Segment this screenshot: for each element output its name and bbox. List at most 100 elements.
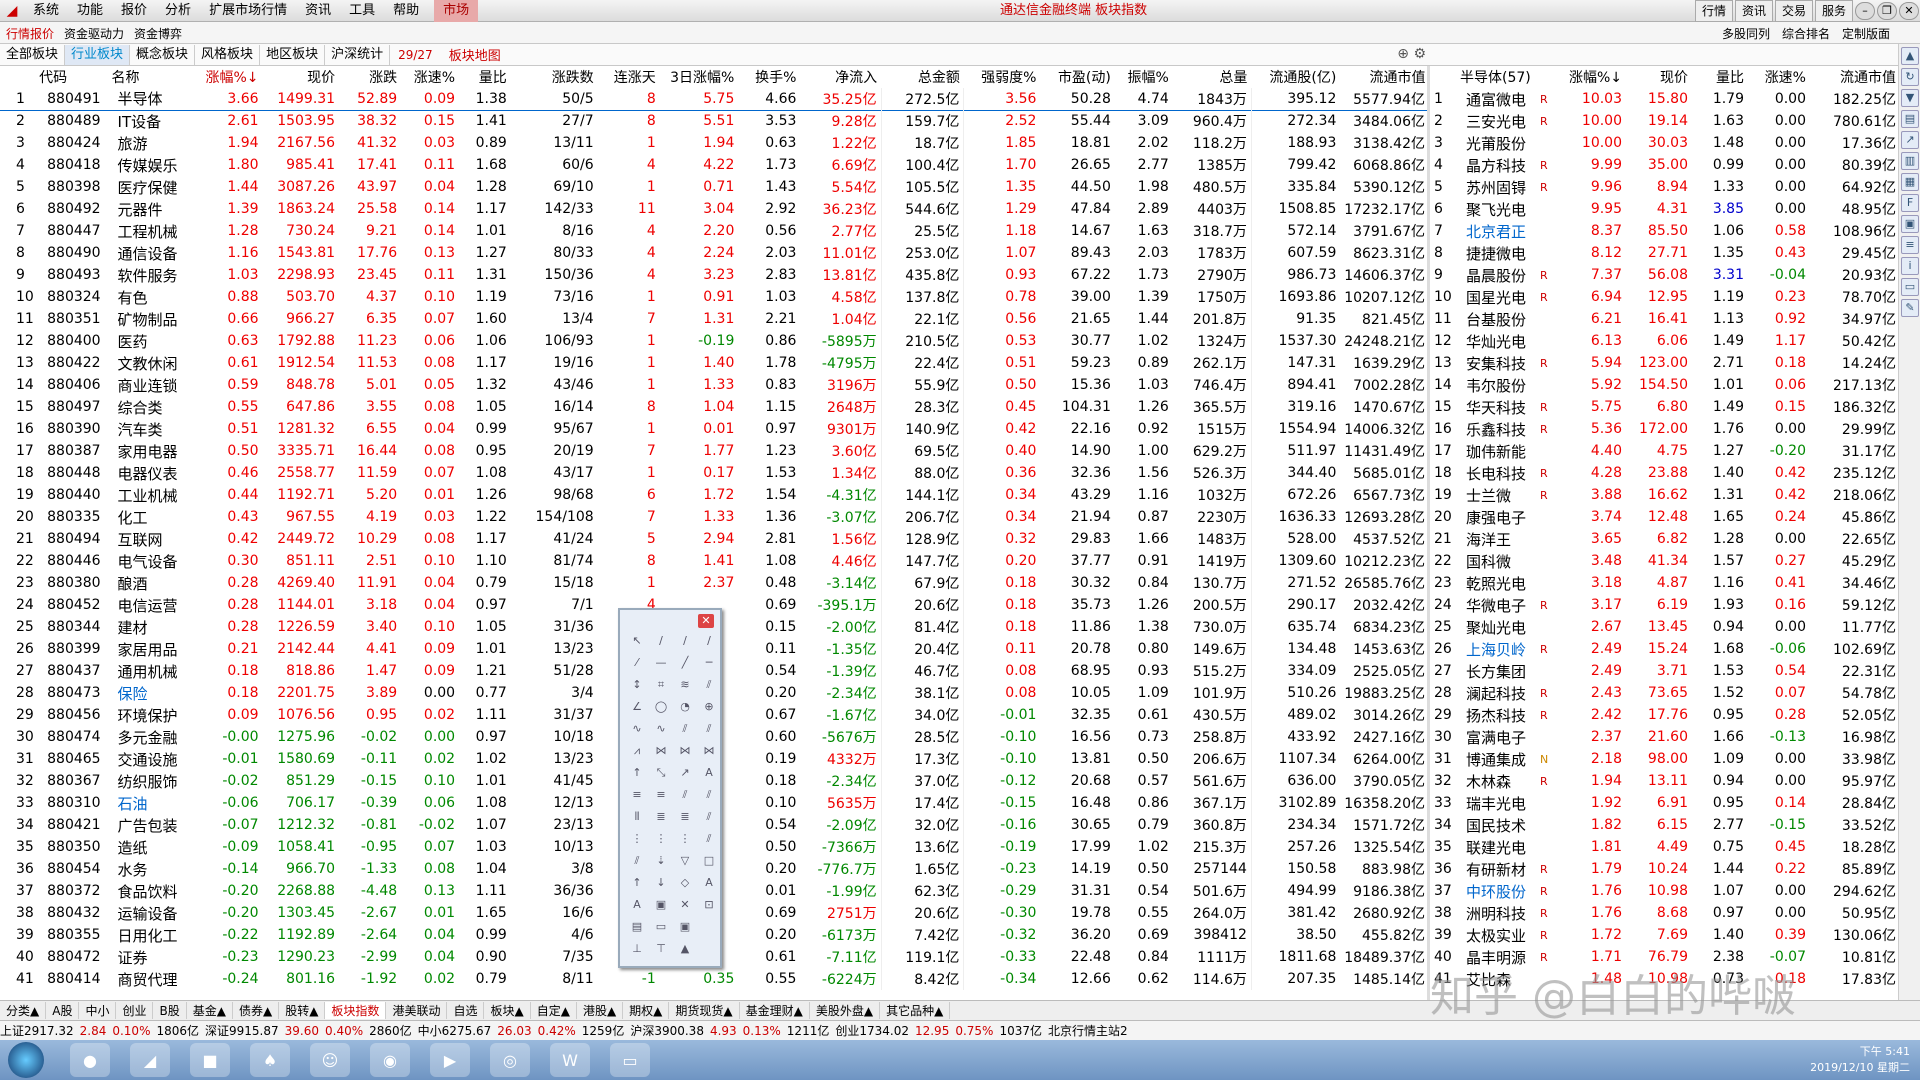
menu-system[interactable]: 系统 xyxy=(24,0,68,22)
side-list-item[interactable]: 2 三安光电 R 10.00 19.14 1.63 0.00 780.61亿 xyxy=(1430,110,1900,132)
bottom-tab[interactable]: 股转▲ xyxy=(279,1002,326,1019)
menu-quote[interactable]: 报价 xyxy=(112,0,156,22)
draw-tool-icon[interactable]: ─ xyxy=(698,656,720,674)
column-header[interactable]: 涨跌 xyxy=(339,66,402,88)
side-list-item[interactable]: 17 珈伟新能 4.40 4.75 1.27 -0.20 31.17亿 xyxy=(1430,440,1900,462)
tab-style-sectors[interactable]: 风格板块 xyxy=(195,44,261,65)
game-app-icon[interactable]: ♠ xyxy=(250,1043,290,1077)
draw-tool-icon[interactable]: ⫽ xyxy=(698,722,720,740)
table-row[interactable]: 20 880335 化工 0.43 967.55 4.19 0.03 1.22 154/108 7… xyxy=(0,506,1431,528)
table-row[interactable]: 23 880380 酿酒 0.28 4269.40 11.91 0.04 0.79 15/18 1… xyxy=(0,572,1431,594)
info-icon[interactable]: i xyxy=(1901,257,1919,275)
draw-tool-icon[interactable]: — xyxy=(650,656,672,674)
draw-tool-icon[interactable]: ▣ xyxy=(674,920,696,938)
tool-icon[interactable]: ✎ xyxy=(1901,299,1919,317)
column-header[interactable]: 量比 xyxy=(459,66,511,88)
list-icon[interactable]: ≡ xyxy=(1901,236,1919,254)
draw-tool-icon[interactable]: ⋮ xyxy=(674,832,696,850)
qq-icon[interactable]: ☺ xyxy=(310,1043,350,1077)
draw-tool-icon[interactable]: ▤ xyxy=(626,920,648,938)
side-column-header[interactable] xyxy=(1430,66,1460,88)
draw-tool-icon[interactable]: ≣ xyxy=(650,810,672,828)
draw-tool-icon[interactable]: ⤡ xyxy=(650,766,672,784)
side-list-item[interactable]: 13 安集科技 R 5.94 123.00 2.71 0.18 14.24亿 xyxy=(1430,352,1900,374)
table-row[interactable]: 10 880324 有色 0.88 503.70 4.37 0.10 1.19 73/16 1 0.… xyxy=(0,286,1431,308)
side-list-item[interactable]: 25 聚灿光电 2.67 13.45 0.94 0.00 11.77亿 xyxy=(1430,616,1900,638)
side-column-header[interactable]: 量比 xyxy=(1692,66,1748,88)
bottom-tab[interactable]: 债券▲ xyxy=(233,1002,280,1019)
bottom-tab[interactable]: 港股▲ xyxy=(577,1002,624,1019)
tab-multi-stock[interactable]: 多股同列 xyxy=(1722,25,1770,42)
side-list-item[interactable]: 34 国民技术 1.82 6.15 2.77 -0.15 33.52亿 xyxy=(1430,814,1900,836)
table-row[interactable]: 6 880492 元器件 1.39 1863.24 25.58 0.14 1.17 142/33… xyxy=(0,198,1431,220)
grid-icon[interactable]: ▦ xyxy=(1901,173,1919,191)
side-list-item[interactable]: 3 光莆股份 10.00 30.03 1.48 0.00 17.36亿 xyxy=(1430,132,1900,154)
draw-tool-icon[interactable]: ≡ xyxy=(650,788,672,806)
table-row[interactable]: 11 880351 矿物制品 0.66 966.27 6.35 0.07 1.60 13/4 7 1… xyxy=(0,308,1431,330)
table-row[interactable]: 3 880424 旅游 1.94 2167.56 41.32 0.03 0.89 13/11 1 1… xyxy=(0,132,1431,154)
palette-close-icon[interactable]: ✕ xyxy=(698,614,714,628)
bottom-tab[interactable]: 基金理财▲ xyxy=(740,1002,810,1019)
side-list-item[interactable]: 4 晶方科技 R 9.99 35.00 0.99 0.00 80.39亿 xyxy=(1430,154,1900,176)
finance-icon[interactable]: F xyxy=(1901,194,1919,212)
draw-tool-icon[interactable]: ▲ xyxy=(674,942,696,960)
draw-tool-icon[interactable]: ▽ xyxy=(674,854,696,872)
side-column-header[interactable]: 流通市值 xyxy=(1810,66,1900,88)
menu-analysis[interactable]: 分析 xyxy=(156,0,200,22)
up-arrow-icon[interactable]: ▲ xyxy=(1901,47,1919,65)
table-row[interactable]: 21 880494 互联网 0.42 2449.72 10.29 0.08 1.17 41/24… xyxy=(0,528,1431,550)
side-list-item[interactable]: 18 长电科技 R 4.28 23.88 1.40 0.42 235.12亿 xyxy=(1430,462,1900,484)
bottom-tab[interactable]: 自选 xyxy=(447,1002,485,1019)
system-clock[interactable]: 下午 5:41 2019/12/10 星期二 xyxy=(1810,1044,1910,1076)
draw-tool-icon[interactable]: ⫽ xyxy=(626,854,648,872)
tab-ranking[interactable]: 综合排名 xyxy=(1782,25,1830,42)
side-list-item[interactable]: 30 富满电子 2.37 21.60 1.66 -0.13 16.98亿 xyxy=(1430,726,1900,748)
start-button-icon[interactable] xyxy=(8,1042,44,1078)
folder-icon[interactable]: ▭ xyxy=(1901,278,1919,296)
draw-tool-icon[interactable]: ⋮ xyxy=(626,832,648,850)
bottom-tab[interactable]: 创业 xyxy=(116,1002,154,1019)
column-header[interactable]: 总量 xyxy=(1172,66,1252,88)
side-list-item[interactable]: 14 韦尔股份 5.92 154.50 1.01 0.06 217.13亿 xyxy=(1430,374,1900,396)
draw-tool-icon[interactable] xyxy=(698,920,720,938)
draw-tool-icon[interactable]: □ xyxy=(698,854,720,872)
wps-icon[interactable]: W xyxy=(550,1043,590,1077)
draw-tool-icon[interactable]: ⫽ xyxy=(674,722,696,740)
draw-tool-icon[interactable]: ∕ xyxy=(650,634,672,652)
zoom-icon[interactable]: ⊕ xyxy=(1397,46,1409,62)
side-list-item[interactable]: 33 瑞丰光电 1.92 6.91 0.95 0.14 28.84亿 xyxy=(1430,792,1900,814)
column-header[interactable]: 总金额 xyxy=(881,66,964,88)
menu-tools[interactable]: 工具 xyxy=(340,0,384,22)
side-column-header[interactable] xyxy=(1540,66,1560,88)
table-row[interactable]: 15 880497 综合类 0.55 647.86 3.55 0.08 1.05 16/14 8 1… xyxy=(0,396,1431,418)
tab-all-sectors[interactable]: 全部板块 xyxy=(0,44,66,65)
side-list-item[interactable]: 36 有研新材 R 1.79 10.24 1.44 0.22 85.89亿 xyxy=(1430,858,1900,880)
draw-tool-icon[interactable]: ∠ xyxy=(626,700,648,718)
draw-tool-icon[interactable]: ⋮ xyxy=(650,832,672,850)
draw-tool-icon[interactable]: ↑ xyxy=(626,766,648,784)
draw-tool-icon[interactable]: ↖ xyxy=(626,634,648,652)
side-list-item[interactable]: 9 晶晨股份 R 7.37 56.08 3.31 -0.04 20.93亿 xyxy=(1430,264,1900,286)
bottom-tab[interactable]: 其它品种▲ xyxy=(880,1002,951,1019)
close-icon[interactable]: ✕ xyxy=(1899,2,1919,20)
column-header[interactable]: 净流入 xyxy=(800,66,882,88)
side-list-item[interactable]: 12 华灿光电 6.13 6.06 1.49 1.17 50.42亿 xyxy=(1430,330,1900,352)
column-header[interactable]: 振幅% xyxy=(1114,66,1173,88)
column-header[interactable]: 连涨天 xyxy=(597,66,660,88)
draw-tool-icon[interactable]: ▣ xyxy=(650,898,672,916)
settings-gear-icon[interactable]: ⚙ xyxy=(1413,46,1426,62)
menu-extended-market[interactable]: 扩展市场行情 xyxy=(200,0,296,22)
column-header[interactable]: 涨幅%↓ xyxy=(200,66,263,88)
column-header[interactable]: 涨跌数 xyxy=(510,66,598,88)
menu-info[interactable]: 资讯 xyxy=(296,0,340,22)
side-column-header[interactable]: 涨速% xyxy=(1748,66,1810,88)
draw-tool-icon[interactable]: ⊤ xyxy=(650,942,672,960)
table-row[interactable]: 17 880387 家用电器 0.50 3335.71 16.44 0.08 0.95 20/1… xyxy=(0,440,1431,462)
menu-market[interactable]: 市场 xyxy=(434,0,479,22)
table-row[interactable]: 2 880489 IT设备 2.61 1503.95 38.32 0.15 1.41 27/7 8… xyxy=(0,110,1431,132)
column-header[interactable]: 名称 xyxy=(111,66,201,88)
draw-tool-icon[interactable]: A xyxy=(626,898,648,916)
top-btn-trade[interactable]: 交易 xyxy=(1774,0,1813,22)
draw-tool-icon[interactable]: ⁄ xyxy=(626,656,648,674)
side-column-header[interactable]: 现价 xyxy=(1626,66,1692,88)
